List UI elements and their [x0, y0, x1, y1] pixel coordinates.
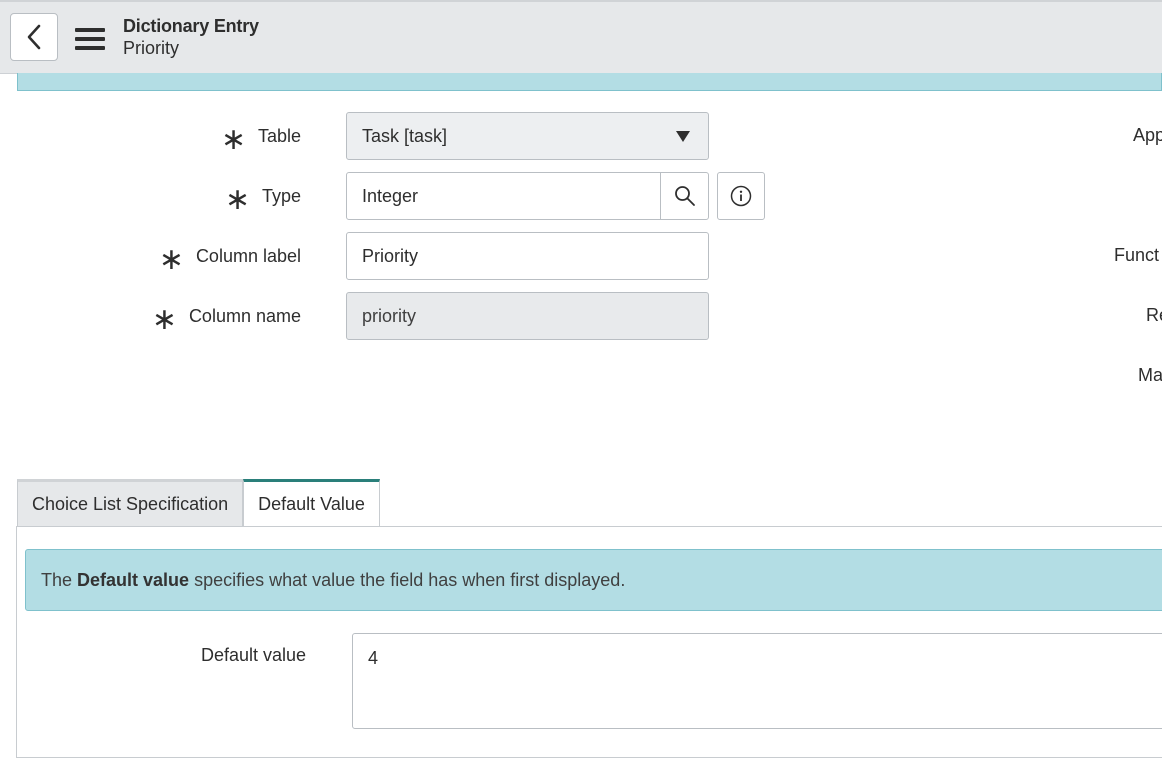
- column-name-field-label: ∗ Column name: [152, 292, 301, 340]
- column-label-input-value: Priority: [362, 245, 419, 266]
- right-field-label-re: Re: [1146, 305, 1162, 325]
- hamburger-menu-icon: [75, 28, 105, 50]
- table-label-text: Table: [257, 125, 301, 146]
- chevron-left-icon: [27, 24, 41, 50]
- column-name-input-value: priority: [362, 305, 417, 326]
- column-label-input[interactable]: Priority: [346, 232, 709, 280]
- info-text-prefix: The: [41, 569, 73, 590]
- type-label-text: Type: [261, 185, 301, 206]
- info-text-suffix: specifies what value the field has when …: [194, 569, 626, 590]
- required-marker: ∗: [220, 123, 246, 156]
- column-name-input: priority: [346, 292, 709, 340]
- right-field-label-application: App: [1133, 125, 1162, 145]
- default-value-textarea[interactable]: 4: [352, 633, 1162, 729]
- table-select-value: Task [task]: [362, 125, 448, 146]
- tab-choice-list-specification[interactable]: Choice List Specification: [17, 479, 244, 527]
- required-marker: ∗: [151, 303, 177, 336]
- info-text-bold: Default value: [77, 569, 190, 590]
- default-value-info-banner: The Default value specifies what value t…: [25, 549, 1162, 611]
- top-message-banner: [17, 73, 1162, 91]
- back-button[interactable]: [10, 13, 58, 61]
- right-field-label-function: Funct: [1114, 245, 1160, 265]
- search-icon: [674, 186, 695, 206]
- required-marker: ∗: [158, 243, 184, 276]
- triangle-down-icon: [676, 131, 690, 142]
- column-label-field-label: ∗ Column label: [159, 232, 301, 280]
- info-circle-icon: [730, 185, 752, 207]
- context-menu-button[interactable]: [73, 24, 107, 54]
- default-value-field-label: Default value: [201, 645, 307, 665]
- type-lookup-button[interactable]: [660, 172, 709, 220]
- form-section-tabs: Choice List Specification Default Value: [17, 479, 380, 527]
- record-name-subtitle: Priority: [123, 38, 180, 58]
- type-field-label: ∗ Type: [225, 172, 301, 220]
- column-label-label-text: Column label: [195, 245, 301, 266]
- default-value-text: 4: [368, 648, 379, 668]
- type-input-value: Integer: [362, 185, 419, 206]
- table-select[interactable]: Task [task]: [346, 112, 709, 160]
- right-field-label-ma: Ma: [1138, 365, 1162, 385]
- column-name-label-text: Column name: [188, 305, 301, 326]
- type-info-button[interactable]: [717, 172, 765, 220]
- record-type-title: Dictionary Entry: [123, 16, 259, 36]
- table-field-label: ∗ Table: [221, 112, 301, 160]
- form-header: Dictionary Entry Priority: [0, 0, 1162, 74]
- tab-default-value[interactable]: Default Value: [243, 479, 380, 527]
- required-marker: ∗: [224, 183, 250, 216]
- type-input[interactable]: Integer: [346, 172, 661, 220]
